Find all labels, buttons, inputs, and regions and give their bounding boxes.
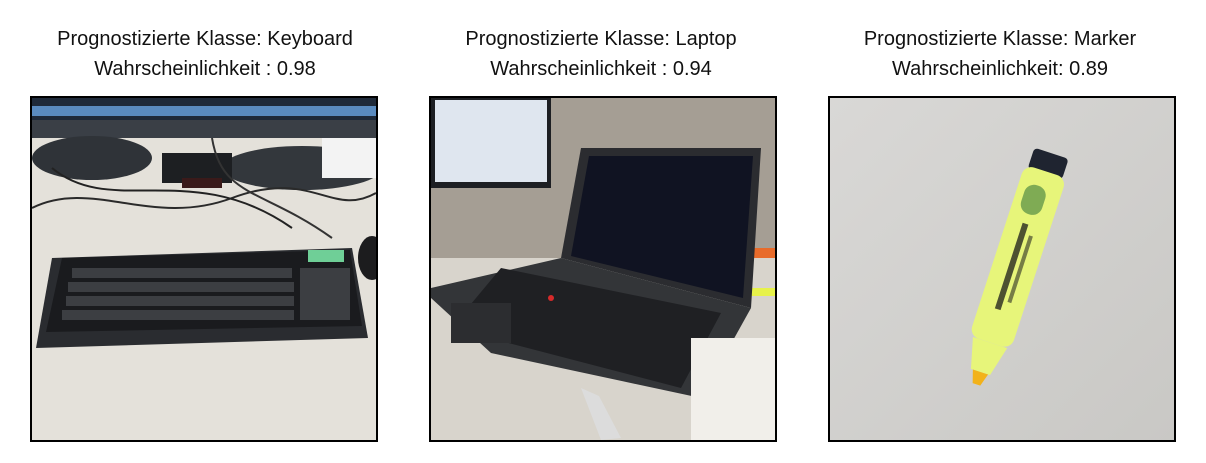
probability-label: Wahrscheinlichkeit: 0.89 (891, 58, 1109, 80)
probability-label: Wahrscheinlichkeit : 0.98 (94, 58, 316, 80)
predicted-class-label: Prognostizierte Klasse: Keyboard (57, 28, 353, 50)
predicted-class-label: Prognostizierte Klasse: Laptop (465, 28, 737, 50)
keyboard-photo (30, 96, 378, 442)
probability-label: Wahrscheinlichkeit : 0.94 (490, 58, 712, 80)
marker-photo (828, 96, 1176, 442)
predicted-class-label: Prognostizierte Klasse: Marker (863, 28, 1137, 50)
laptop-photo (429, 96, 777, 442)
